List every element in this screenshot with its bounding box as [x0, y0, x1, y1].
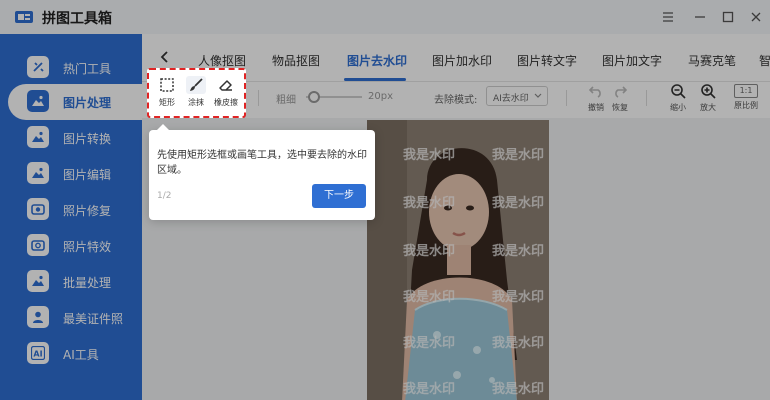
guide-tooltip: 先使用矩形选框或画笔工具，选中要去除的水印区域。 1/2 下一步 [149, 124, 375, 220]
tooltip-arrow [157, 124, 169, 130]
highlighted-selection-tools: 矩形 涂抹 橡皮擦 [147, 68, 246, 118]
tooltip-message: 先使用矩形选框或画笔工具，选中要去除的水印区域。 [157, 150, 367, 176]
tooltip-step-counter: 1/2 [157, 191, 172, 201]
eraser-icon [219, 80, 232, 91]
rectangle-select-icon [160, 78, 174, 92]
tool-label: 橡皮擦 [214, 98, 238, 107]
tool-label: 矩形 [159, 98, 175, 107]
next-step-button[interactable]: 下一步 [312, 184, 366, 208]
rectangle-tool-button[interactable]: 矩形 [153, 76, 181, 108]
tool-label: 涂抹 [188, 98, 204, 107]
brush-icon [190, 78, 203, 91]
guide-overlay [0, 0, 770, 400]
eraser-tool-button[interactable]: 橡皮擦 [212, 76, 240, 108]
brush-tool-button[interactable]: 涂抹 [182, 76, 210, 108]
